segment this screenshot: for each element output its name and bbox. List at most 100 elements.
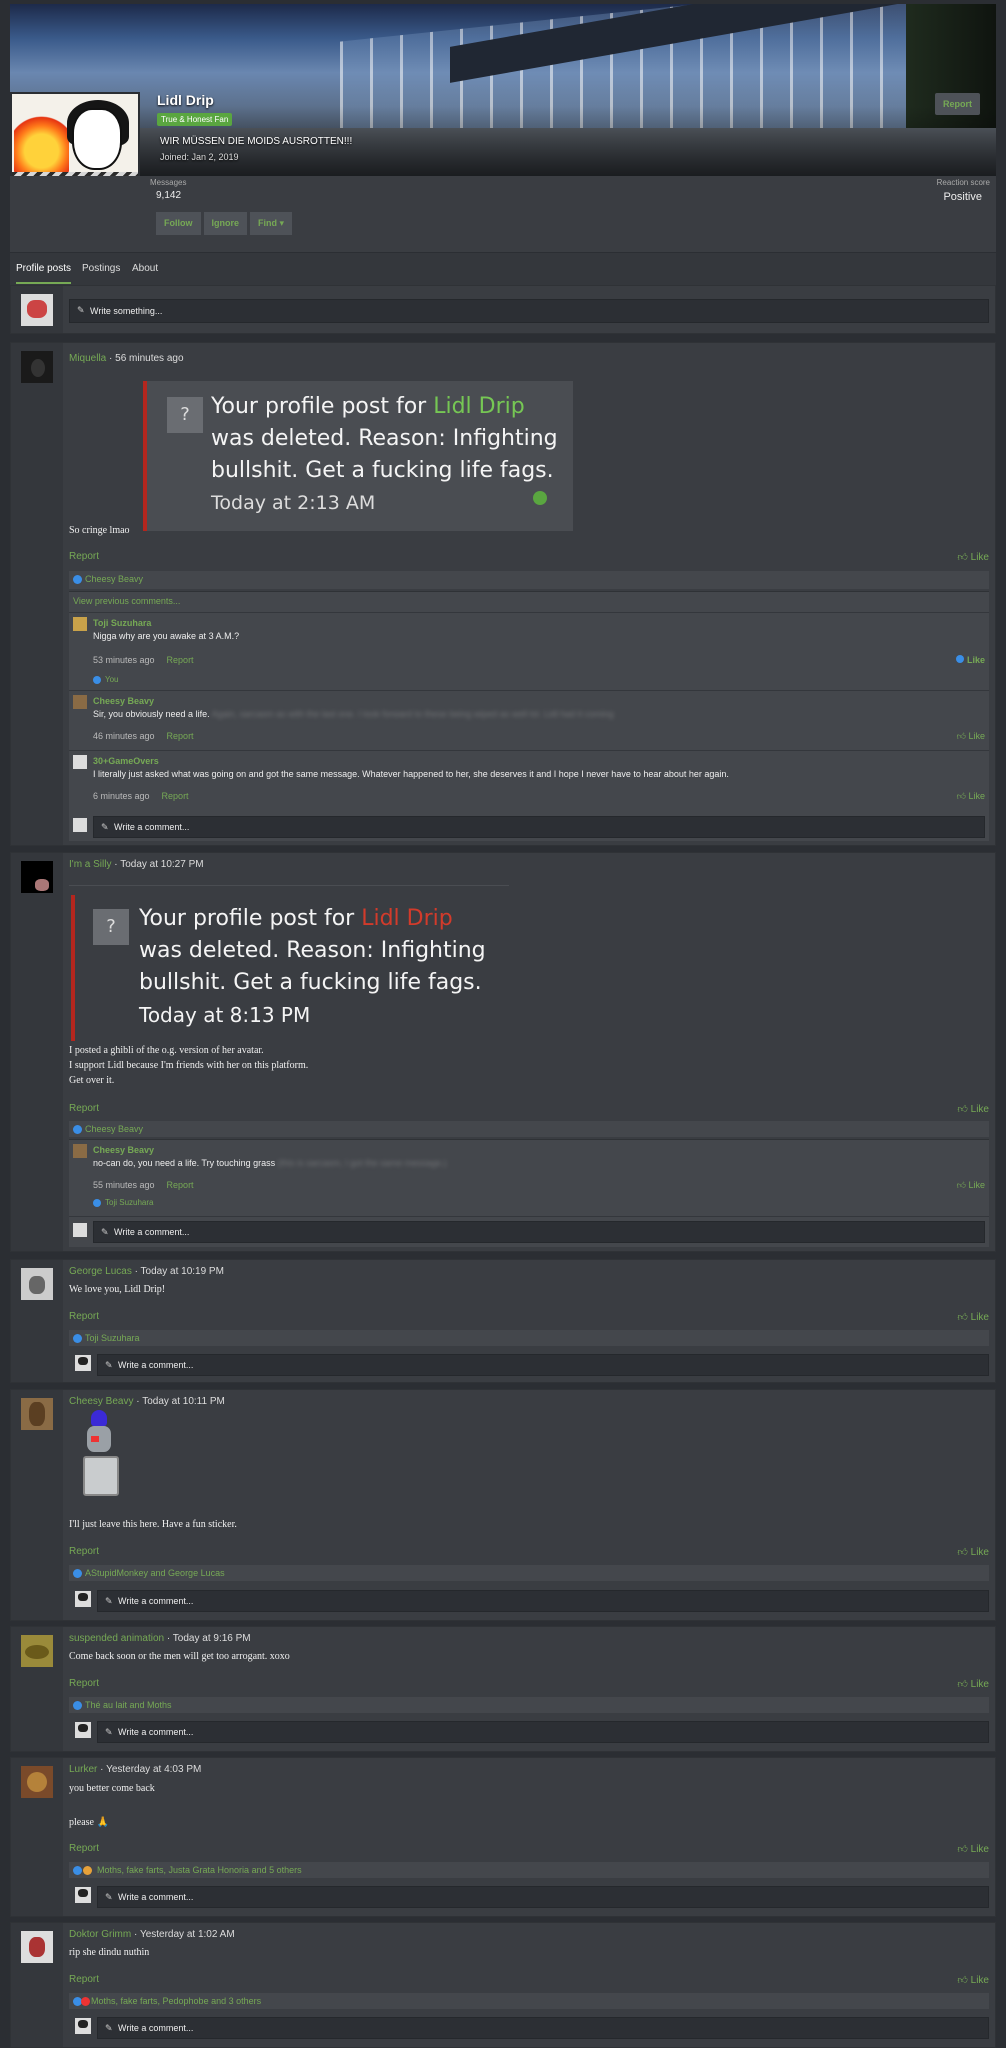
- comment-author[interactable]: 30+GameOvers: [93, 756, 159, 766]
- post-body: So cringe lmao: [69, 525, 130, 536]
- post-author[interactable]: I'm a Silly: [69, 859, 111, 870]
- reactions-bar[interactable]: Thé au lait and Moths: [69, 1697, 989, 1713]
- report-link[interactable]: Report: [162, 791, 189, 801]
- write-comment-input[interactable]: ✎ Write a comment...: [97, 1590, 989, 1612]
- avatar[interactable]: [73, 755, 87, 769]
- like-button[interactable]: 👍︎ Like: [957, 551, 989, 563]
- write-comment-input[interactable]: ✎ Write a comment...: [97, 1721, 989, 1743]
- rainbow-reaction-icon: [83, 1866, 92, 1875]
- like-button[interactable]: 👍︎ Like: [957, 1974, 989, 1986]
- post-time[interactable]: Yesterday at 4:03 PM: [106, 1764, 201, 1775]
- write-comment-input[interactable]: ✎ Write a comment...: [97, 1354, 989, 1376]
- post-time[interactable]: Today at 10:27 PM: [120, 859, 203, 870]
- profile-post: I'm a Silly · Today at 10:27 PM ? Your p…: [10, 852, 996, 1252]
- ignore-button[interactable]: Ignore: [203, 212, 248, 235]
- post-time[interactable]: 56 minutes ago: [115, 353, 183, 364]
- avatar[interactable]: [21, 351, 53, 383]
- write-something-input[interactable]: ✎ Write something...: [69, 299, 989, 323]
- avatar[interactable]: [21, 1268, 53, 1300]
- write-comment-input[interactable]: ✎ Write a comment...: [93, 1221, 985, 1243]
- reactions-bar[interactable]: AStupidMonkey and George Lucas: [69, 1565, 989, 1581]
- tab-about[interactable]: About: [132, 263, 158, 274]
- like-button[interactable]: 👍︎ Like: [957, 1311, 989, 1323]
- post-time[interactable]: Today at 10:19 PM: [141, 1266, 224, 1277]
- post-author[interactable]: George Lucas: [69, 1266, 132, 1277]
- write-comment-input[interactable]: ✎ Write a comment...: [93, 816, 985, 838]
- comments-section: Cheesy Beavy no-can do, you need a life.…: [69, 1139, 989, 1247]
- report-link[interactable]: Report: [167, 655, 194, 665]
- find-dropdown[interactable]: Find ▾: [250, 212, 293, 235]
- avatar: [75, 1887, 91, 1903]
- comment-reactions[interactable]: Toji Suzuhara: [93, 1198, 153, 1207]
- reactions-bar[interactable]: Toji Suzuhara: [69, 1330, 989, 1346]
- sticker-image[interactable]: [81, 1410, 121, 1502]
- report-profile-button[interactable]: Report: [935, 93, 980, 115]
- post-time[interactable]: Today at 10:11 PM: [142, 1396, 225, 1407]
- avatar[interactable]: [21, 861, 53, 893]
- avatar[interactable]: [21, 1766, 53, 1798]
- comment-author[interactable]: Toji Suzuhara: [93, 618, 151, 628]
- dislike-reaction-icon: [81, 1997, 90, 2006]
- comment-time[interactable]: 46 minutes ago: [93, 731, 155, 741]
- follow-button[interactable]: Follow: [156, 212, 201, 235]
- report-link[interactable]: Report: [69, 1974, 99, 1985]
- messages-count[interactable]: 9,142: [156, 190, 181, 201]
- post-time[interactable]: Today at 9:16 PM: [173, 1633, 251, 1644]
- comment-time[interactable]: 55 minutes ago: [93, 1180, 155, 1190]
- post-author[interactable]: Cheesy Beavy: [69, 1396, 133, 1407]
- avatar[interactable]: [21, 1398, 53, 1430]
- report-link[interactable]: Report: [69, 1103, 99, 1114]
- report-link[interactable]: Report: [69, 1311, 99, 1322]
- write-comment-input[interactable]: ✎ Write a comment...: [97, 1886, 989, 1908]
- profile-post: Doktor Grimm · Yesterday at 1:02 AM rip …: [10, 1922, 996, 2048]
- reactions-bar[interactable]: Cheesy Beavy: [69, 1121, 989, 1137]
- like-button[interactable]: 👍︎ Like: [957, 1843, 989, 1855]
- reactions-bar[interactable]: Moths, fake farts, Pedophobe and 3 other…: [69, 1993, 989, 2009]
- like-button[interactable]: 👍︎ Like: [957, 731, 985, 742]
- avatar[interactable]: [73, 1144, 87, 1158]
- report-link[interactable]: Report: [167, 1180, 194, 1190]
- comment-time[interactable]: 53 minutes ago: [93, 655, 155, 665]
- profile-post: Lurker · Yesterday at 4:03 PM you better…: [10, 1757, 996, 1917]
- post-author[interactable]: suspended animation: [69, 1633, 164, 1644]
- like-button[interactable]: 👍︎ Like: [957, 1546, 989, 1558]
- messages-label: Messages: [150, 178, 187, 187]
- post-time[interactable]: Yesterday at 1:02 AM: [140, 1929, 235, 1940]
- avatar[interactable]: [21, 1931, 53, 1963]
- like-button[interactable]: 👍︎ Like: [957, 1180, 985, 1191]
- avatar[interactable]: [21, 1635, 53, 1667]
- spoiler-blurred-text[interactable]: Again, sarcasm as with the last one. I l…: [212, 709, 614, 719]
- like-button-liked[interactable]: Like: [956, 655, 985, 665]
- write-comment-input[interactable]: ✎ Write a comment...: [97, 2017, 989, 2039]
- avatar: [73, 818, 87, 832]
- avatar[interactable]: [73, 695, 87, 709]
- avatar[interactable]: [73, 617, 87, 631]
- comment-text: Nigga why are you awake at 3 A.M.?: [93, 631, 240, 641]
- reactions-bar[interactable]: Moths, fake farts, Justa Grata Honoria a…: [69, 1862, 989, 1878]
- post-author[interactable]: Miquella: [69, 353, 106, 364]
- reactions-bar[interactable]: Cheesy Beavy: [69, 571, 989, 589]
- like-button[interactable]: 👍︎ Like: [957, 1103, 989, 1115]
- like-button[interactable]: 👍︎ Like: [957, 791, 985, 802]
- post-body: rip she dindu nuthin: [69, 1947, 150, 1958]
- pencil-icon: ✎: [105, 1360, 113, 1370]
- report-link[interactable]: Report: [167, 731, 194, 741]
- spoiler-blurred-text[interactable]: (this is sarcasm, I got the same message…: [278, 1158, 447, 1168]
- comment-author[interactable]: Cheesy Beavy: [93, 696, 154, 706]
- like-reaction-icon: [73, 1569, 82, 1578]
- post-author[interactable]: Doktor Grimm: [69, 1929, 131, 1940]
- view-previous-comments[interactable]: View previous comments...: [73, 596, 180, 606]
- post-author[interactable]: Lurker: [69, 1764, 97, 1775]
- profile-page: Report Lidl Drip True & Honest Fan WIR M…: [0, 4, 1006, 2048]
- tab-postings[interactable]: Postings: [82, 263, 120, 274]
- report-link[interactable]: Report: [69, 1546, 99, 1557]
- comment-time[interactable]: 6 minutes ago: [93, 791, 150, 801]
- comment-author[interactable]: Cheesy Beavy: [93, 1145, 154, 1155]
- comment-text: no-can do, you need a life. Try touching…: [93, 1158, 278, 1168]
- report-link[interactable]: Report: [69, 551, 99, 562]
- report-link[interactable]: Report: [69, 1678, 99, 1689]
- like-button[interactable]: 👍︎ Like: [957, 1678, 989, 1690]
- report-link[interactable]: Report: [69, 1843, 99, 1854]
- tab-profile-posts[interactable]: Profile posts: [16, 263, 72, 284]
- comment-reactions[interactable]: You: [93, 675, 119, 684]
